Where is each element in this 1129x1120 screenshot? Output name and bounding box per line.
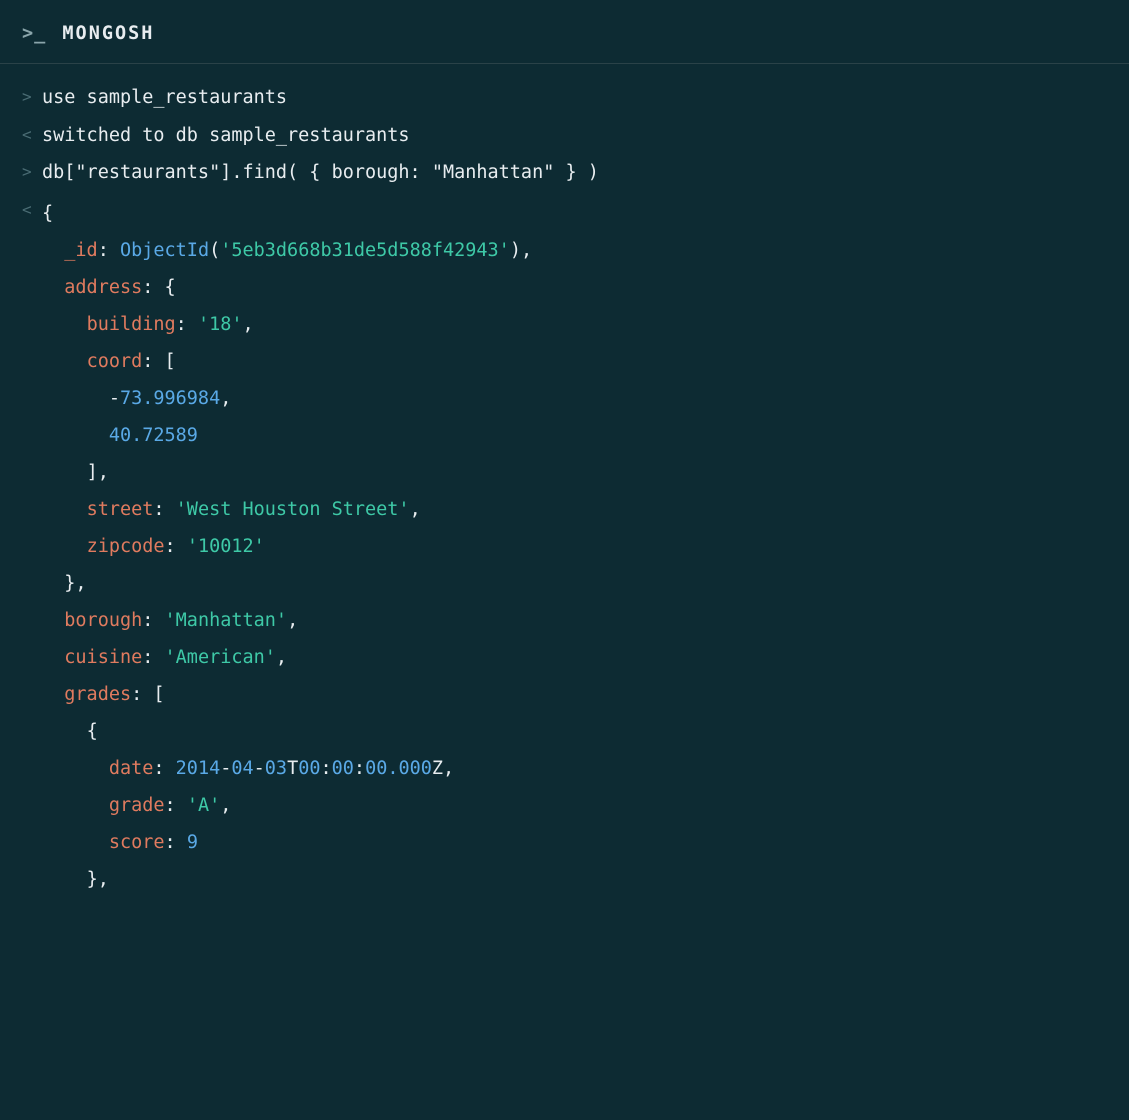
- field-key-street: street: [87, 499, 154, 520]
- field-value-zipcode: '10012': [187, 536, 265, 557]
- field-key-grade: grade: [109, 795, 165, 816]
- header-prompt-glyph: >_: [22, 23, 46, 44]
- field-value-building: '18': [198, 314, 243, 335]
- coord-latitude: 40.72589: [109, 425, 198, 446]
- input-line: > use sample_restaurants: [22, 82, 1107, 113]
- objectid-func: ObjectId: [120, 240, 209, 261]
- brace-open: {: [42, 203, 53, 224]
- field-key-cuisine: cuisine: [64, 647, 142, 668]
- output-line: < switched to db sample_restaurants: [22, 120, 1107, 151]
- field-value-grade: 'A': [187, 795, 220, 816]
- field-key-address: address: [64, 277, 142, 298]
- shell-header: >_ MONGOSH: [0, 0, 1129, 64]
- prompt-input-icon: >: [22, 157, 42, 187]
- prompt-output-icon: <: [22, 195, 42, 225]
- field-key-score: score: [109, 832, 165, 853]
- input-line: > db["restaurants"].find( { borough: "Ma…: [22, 157, 1107, 188]
- command-text: db["restaurants"].find( { borough: "Manh…: [42, 157, 1107, 188]
- brace-close: },: [87, 869, 109, 890]
- field-key-id: _id: [64, 240, 97, 261]
- prompt-output-icon: <: [22, 120, 42, 150]
- result-body: { _id: ObjectId('5eb3d668b31de5d588f4294…: [42, 195, 1107, 898]
- field-key-grades: grades: [64, 684, 131, 705]
- field-key-date: date: [109, 758, 154, 779]
- field-value-borough: 'Manhattan': [165, 610, 288, 631]
- prompt-input-icon: >: [22, 82, 42, 112]
- command-text: use sample_restaurants: [42, 82, 1107, 113]
- field-key-zipcode: zipcode: [87, 536, 165, 557]
- field-value-street: 'West Houston Street': [176, 499, 410, 520]
- field-key-building: building: [87, 314, 176, 335]
- terminal-output[interactable]: > use sample_restaurants < switched to d…: [0, 64, 1129, 897]
- header-title: MONGOSH: [62, 23, 154, 44]
- result-document: < { _id: ObjectId('5eb3d668b31de5d588f42…: [22, 195, 1107, 898]
- field-value-id: '5eb3d668b31de5d588f42943': [220, 240, 510, 261]
- brace-open: {: [87, 721, 98, 742]
- field-value-score: 9: [187, 832, 198, 853]
- field-key-borough: borough: [64, 610, 142, 631]
- brace-close: },: [64, 573, 86, 594]
- field-value-cuisine: 'American': [165, 647, 276, 668]
- field-key-coord: coord: [87, 351, 143, 372]
- bracket-close: ],: [87, 462, 109, 483]
- coord-longitude: 73.996984: [120, 388, 220, 409]
- output-text: switched to db sample_restaurants: [42, 120, 1107, 151]
